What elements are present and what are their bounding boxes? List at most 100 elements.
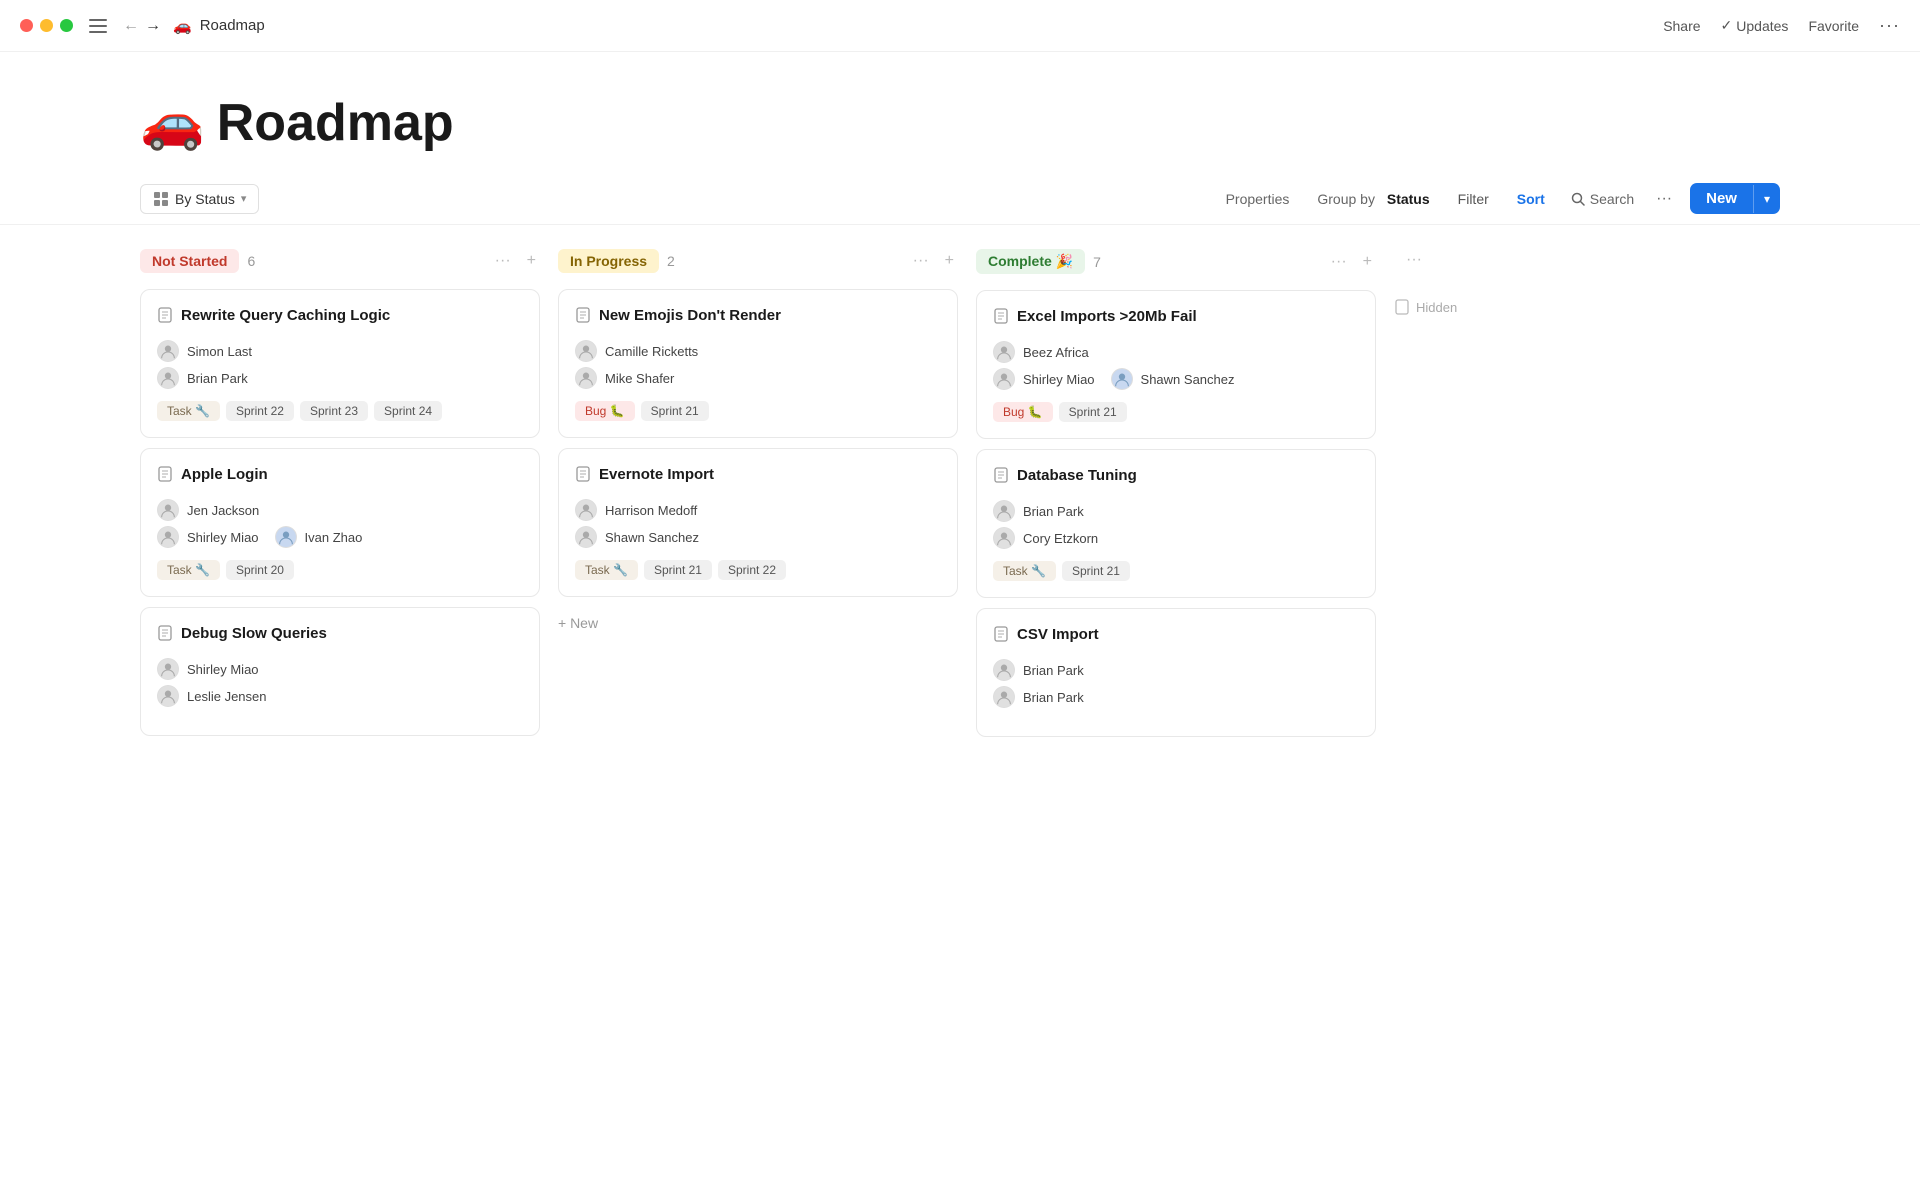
assignee-row: Brian Park bbox=[993, 500, 1359, 522]
card-title-not-started-0: Rewrite Query Caching Logic bbox=[157, 306, 523, 328]
tag-task: Task 🔧 bbox=[157, 560, 220, 580]
search-button[interactable]: Search bbox=[1561, 185, 1644, 213]
card-in-progress-1[interactable]: Evernote Import Harrison Medoff Shawn Sa… bbox=[558, 448, 958, 597]
col-count-not-started: 6 bbox=[247, 253, 255, 269]
sprint-tag: Sprint 21 bbox=[1059, 402, 1127, 422]
new-button-dropdown[interactable]: ▾ bbox=[1753, 185, 1780, 213]
assignee-name: Harrison Medoff bbox=[605, 503, 697, 518]
assignee-name: Brian Park bbox=[1023, 504, 1084, 519]
card-title-text: New Emojis Don't Render bbox=[599, 306, 781, 326]
card-title-complete-0: Excel Imports >20Mb Fail bbox=[993, 307, 1359, 329]
new-button[interactable]: New ▾ bbox=[1690, 183, 1780, 214]
card-not-started-1[interactable]: Apple Login Jen Jackson Shirley Miao Iva… bbox=[140, 448, 540, 597]
status-badge-not-started: Not Started bbox=[140, 249, 239, 273]
col-actions-complete: ··· + bbox=[1327, 251, 1376, 273]
search-icon bbox=[1571, 192, 1585, 206]
col-add-not-started[interactable]: + bbox=[523, 250, 540, 272]
minimize-button[interactable] bbox=[40, 19, 53, 32]
card-title-not-started-1: Apple Login bbox=[157, 465, 523, 487]
col-add-complete[interactable]: + bbox=[1359, 251, 1376, 273]
title-bar: ← → 🚗 Roadmap Share ✓ Updates Favorite ·… bbox=[0, 0, 1920, 52]
card-title-text: CSV Import bbox=[1017, 625, 1099, 645]
hidden-column: ··· Hidden bbox=[1394, 245, 1457, 747]
assignee-row: Brian Park bbox=[993, 659, 1359, 681]
search-label: Search bbox=[1590, 191, 1634, 207]
assignee-row: Simon Last bbox=[157, 340, 523, 362]
menu-icon[interactable] bbox=[85, 15, 111, 37]
tag-task: Task 🔧 bbox=[993, 561, 1056, 581]
properties-button[interactable]: Properties bbox=[1214, 185, 1302, 213]
card-title-in-progress-0: New Emojis Don't Render bbox=[575, 306, 941, 328]
assignee-name: Shirley Miao bbox=[187, 662, 259, 677]
column-header-in-progress: In Progress 2 ··· + bbox=[558, 245, 958, 277]
sort-button[interactable]: Sort bbox=[1505, 185, 1557, 213]
doc-icon bbox=[157, 466, 173, 487]
page-title-label: Roadmap bbox=[200, 17, 265, 34]
assignee-name: Shawn Sanchez bbox=[1141, 372, 1235, 387]
avatar bbox=[993, 659, 1015, 681]
group-by-value: Status bbox=[1387, 191, 1430, 207]
new-card-button-in-progress[interactable]: + New bbox=[558, 607, 958, 639]
title-bar-left: ← → 🚗 Roadmap bbox=[20, 15, 265, 37]
check-icon: ✓ bbox=[1721, 17, 1733, 34]
doc-icon bbox=[993, 626, 1009, 647]
card-title-text: Database Tuning bbox=[1017, 466, 1137, 486]
page-emoji: 🚗 bbox=[173, 17, 192, 35]
card-not-started-0[interactable]: Rewrite Query Caching Logic Simon Last B… bbox=[140, 289, 540, 438]
maximize-button[interactable] bbox=[60, 19, 73, 32]
forward-arrow[interactable]: → bbox=[145, 17, 161, 35]
column-complete: Complete 🎉 7 ··· + Excel Imports >20Mb F… bbox=[976, 245, 1376, 747]
back-arrow[interactable]: ← bbox=[123, 17, 139, 35]
card-in-progress-0[interactable]: New Emojis Don't Render Camille Ricketts… bbox=[558, 289, 958, 438]
close-button[interactable] bbox=[20, 19, 33, 32]
card-not-started-2[interactable]: Debug Slow Queries Shirley Miao Leslie J… bbox=[140, 607, 540, 736]
card-title-in-progress-1: Evernote Import bbox=[575, 465, 941, 487]
card-assignees: Brian Park Brian Park bbox=[993, 659, 1359, 708]
doc-icon bbox=[157, 307, 173, 328]
doc-icon bbox=[575, 307, 591, 328]
avatar bbox=[157, 658, 179, 680]
card-complete-1[interactable]: Database Tuning Brian Park Cory Etzkorn T… bbox=[976, 449, 1376, 598]
card-assignees: Shirley Miao Leslie Jensen bbox=[157, 658, 523, 707]
sprint-tag: Sprint 22 bbox=[718, 560, 786, 580]
share-button[interactable]: Share bbox=[1663, 18, 1700, 34]
assignee-name: Brian Park bbox=[187, 371, 248, 386]
assignee-row: Cory Etzkorn bbox=[993, 527, 1359, 549]
layout-icon bbox=[153, 191, 169, 207]
avatar bbox=[157, 526, 179, 548]
assignee-row: Shawn Sanchez bbox=[575, 526, 941, 548]
col-add-in-progress[interactable]: + bbox=[941, 250, 958, 272]
status-badge-complete: Complete 🎉 bbox=[976, 249, 1085, 274]
sprint-tag: Sprint 21 bbox=[641, 401, 709, 421]
filter-button[interactable]: Filter bbox=[1446, 185, 1501, 213]
more-options-button[interactable]: ··· bbox=[1879, 15, 1900, 36]
card-tags: Bug 🐛Sprint 21 bbox=[575, 401, 941, 421]
avatar bbox=[157, 685, 179, 707]
card-complete-0[interactable]: Excel Imports >20Mb Fail Beez Africa Shi… bbox=[976, 290, 1376, 439]
card-assignees: Brian Park Cory Etzkorn bbox=[993, 500, 1359, 549]
by-status-button[interactable]: By Status ▾ bbox=[140, 184, 259, 214]
updates-button[interactable]: ✓ Updates bbox=[1721, 17, 1789, 34]
col-more-not-started[interactable]: ··· bbox=[491, 250, 515, 272]
hidden-col-more[interactable]: ··· bbox=[1402, 249, 1426, 271]
card-tags: Bug 🐛Sprint 21 bbox=[993, 402, 1359, 422]
more-toolbar-button[interactable]: ··· bbox=[1648, 184, 1680, 214]
favorite-button[interactable]: Favorite bbox=[1808, 18, 1859, 34]
doc-icon bbox=[575, 466, 591, 487]
card-title-not-started-2: Debug Slow Queries bbox=[157, 624, 523, 646]
assignee-row: Brian Park bbox=[157, 367, 523, 389]
avatar bbox=[157, 340, 179, 362]
group-by-button[interactable]: Group by Status bbox=[1305, 185, 1441, 213]
hidden-col-header: ··· bbox=[1394, 245, 1426, 275]
card-complete-2[interactable]: CSV Import Brian Park Brian Park bbox=[976, 608, 1376, 737]
sprint-tag: Sprint 24 bbox=[374, 401, 442, 421]
col-more-complete[interactable]: ··· bbox=[1327, 251, 1351, 273]
col-more-in-progress[interactable]: ··· bbox=[909, 250, 933, 272]
avatar bbox=[275, 526, 297, 548]
assignee-row: Brian Park bbox=[993, 686, 1359, 708]
column-in-progress: In Progress 2 ··· + New Emojis Don't Ren… bbox=[558, 245, 958, 747]
column-header-not-started: Not Started 6 ··· + bbox=[140, 245, 540, 277]
nav-arrows: ← → bbox=[123, 17, 161, 35]
status-badge-in-progress: In Progress bbox=[558, 249, 659, 273]
card-title-text: Debug Slow Queries bbox=[181, 624, 327, 644]
